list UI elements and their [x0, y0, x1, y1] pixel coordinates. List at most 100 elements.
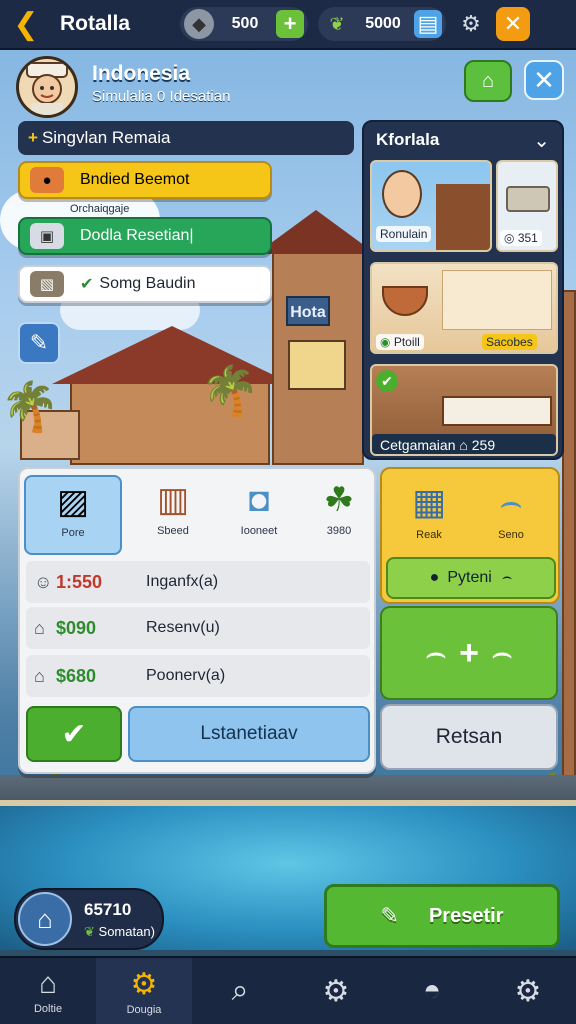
leaf-icon: ❦: [329, 13, 345, 34]
plant-box-icon: ☘: [323, 481, 355, 519]
category-label: Pore: [61, 527, 85, 539]
hotel-window: [288, 340, 346, 390]
install-button[interactable]: Lstanetiaav: [128, 706, 370, 762]
cost-label: Inganfx(a): [146, 573, 219, 590]
back-arrow-icon[interactable]: ❮: [8, 6, 44, 42]
right-building: [562, 290, 576, 810]
character-avatar[interactable]: [16, 56, 78, 118]
chevron-down-icon[interactable]: ⌄: [533, 128, 550, 153]
room-label: Sacobes: [482, 334, 537, 350]
cost-label: Resenv(u): [146, 619, 220, 636]
room-label: Ronulain: [376, 226, 432, 242]
food-icon: ●: [30, 167, 64, 193]
close-x-icon[interactable]: ✕: [496, 7, 530, 41]
bed-icon: ▨: [56, 483, 90, 521]
room-tile-bedroom[interactable]: ✔ Cetgamaian ⌂ 259: [370, 364, 558, 456]
category-lounger[interactable]: ⌢ Seno: [470, 475, 552, 542]
cost-row: ⌂ $090 Resenv(u): [26, 607, 370, 649]
leaf-amount: 5000: [365, 15, 401, 32]
quest-item[interactable]: ▧ ✔ Somg Baudin: [18, 265, 272, 303]
quest-item-label: Somg Baudin: [99, 275, 196, 292]
gear-icon: ⚙: [130, 967, 158, 1001]
lounger-icon: ⌢: [424, 633, 448, 672]
furniture-panel: ▦ Reak ⌢ Seno ● Pyteni ⌢: [380, 467, 560, 604]
return-button[interactable]: Retsan: [380, 704, 558, 770]
cost-value: 1:550: [56, 571, 103, 592]
house-icon: ⌂: [481, 69, 495, 92]
check-icon: ✔: [80, 276, 94, 293]
add-stone-button[interactable]: +: [276, 10, 304, 38]
shop-button[interactable]: ▤: [414, 10, 442, 38]
category-cabinet[interactable]: ▦ Reak: [388, 475, 470, 541]
rooms-title: Kforlala: [376, 130, 440, 149]
preset-label: Presetir: [428, 904, 504, 927]
cost-value: $090: [56, 617, 97, 638]
nav-home[interactable]: ⌂ Doltie: [0, 958, 96, 1024]
cost-label: Poonerv(a): [146, 667, 226, 684]
trowel-icon: ✎: [380, 903, 399, 928]
category-label: Sbeed: [157, 525, 189, 537]
badge-icon: ◓: [422, 974, 442, 1007]
leaf-resource: ❦ 5000 ▤: [318, 7, 446, 41]
room-cost: ◎ 351: [500, 230, 542, 246]
nav-badge[interactable]: ◓: [384, 958, 480, 1024]
room-tile-reception[interactable]: Ronulain: [370, 160, 492, 252]
nav-search[interactable]: ⌕: [192, 958, 288, 1024]
house-icon: ⌂: [38, 967, 58, 1000]
category-bed[interactable]: ▨ Pore: [24, 475, 122, 555]
hotel-roof: [256, 210, 376, 254]
lounger-icon: ⌢: [499, 480, 523, 522]
nav-build[interactable]: ⚙ Dougia: [96, 958, 192, 1024]
category-label: Reak: [416, 529, 442, 541]
preset-button[interactable]: ✎ Presetir: [324, 884, 560, 948]
building-icon: [436, 184, 490, 250]
confirm-button[interactable]: ✔: [26, 706, 122, 762]
add-lounger-card[interactable]: ⌢ + ⌢: [380, 606, 558, 700]
machine-icon: ▣: [30, 223, 64, 249]
gear-icon: ⚙: [322, 974, 350, 1008]
people-icon: ☺: [34, 571, 53, 592]
bed-icon: [506, 186, 550, 212]
cost-row: ☺ 1:550 Inganfx(a): [26, 561, 370, 603]
palm-tree: 🌴: [0, 381, 60, 434]
lounger-icon: ⌢: [501, 569, 513, 586]
quest-item[interactable]: ● Bndied Beemot: [18, 161, 272, 199]
cabinet-icon: ▦: [411, 481, 446, 522]
crate-icon: ▧: [30, 271, 64, 297]
settings-gear-icon[interactable]: ⚙: [454, 7, 488, 41]
coconut-icon: ●: [429, 569, 440, 586]
house-icon: ⌂: [18, 892, 72, 946]
room-tile-bed[interactable]: ◎ 351: [496, 160, 558, 252]
home-button[interactable]: ⌂: [464, 60, 512, 102]
cost-value: $680: [56, 665, 97, 686]
quest-item[interactable]: ▣ Dodla Resetian|: [18, 217, 272, 255]
room-footer: Cetgamaian ⌂ 259: [372, 434, 556, 454]
nav-options[interactable]: ⚙: [480, 958, 576, 1024]
close-button[interactable]: ✕: [524, 60, 564, 100]
build-tool-button[interactable]: ✎: [18, 322, 60, 364]
rooms-panel: Kforlala ⌄ Ronulain ◎ 351 ◉ Ptoill Sacob…: [362, 120, 564, 460]
house-icon: ⌂: [34, 665, 45, 686]
wrench-icon: ✎: [29, 330, 49, 355]
quest-item-label: Bndied Beemot: [80, 171, 190, 188]
stat-label: ❦ Somatan): [84, 924, 155, 939]
location-title: Indonesia: [92, 62, 191, 85]
stone-amount: 500: [231, 15, 259, 32]
pick-button[interactable]: ● Pyteni ⌢: [386, 557, 556, 599]
leaf-icon: ❦: [84, 924, 95, 939]
bottom-nav: ⌂ Doltie ⚙ Dougia ⌕ ⚙ ◓ ⚙: [0, 956, 576, 1024]
nav-label: Dougia: [126, 1003, 162, 1016]
category-plants[interactable]: ☘ 3980: [290, 475, 388, 555]
nav-settings[interactable]: ⚙: [288, 958, 384, 1024]
magnifier-icon: ⌕: [231, 974, 249, 1007]
lounger-icon: ⌢: [490, 633, 514, 672]
stone-icon: ◆: [184, 9, 214, 39]
category-desk[interactable]: ▥ Sbeed: [124, 475, 222, 555]
food-bowl-icon: [382, 286, 428, 316]
house-icon: ⌂: [34, 617, 45, 638]
stone-resource: ◆ 500 +: [180, 7, 308, 41]
close-icon: ✕: [533, 64, 555, 95]
room-tile-dining[interactable]: ◉ Ptoill Sacobes: [370, 262, 558, 354]
resort-stat[interactable]: ⌂ 65710 ❦ Somatan): [14, 888, 164, 950]
nav-label: Doltie: [33, 1003, 63, 1015]
